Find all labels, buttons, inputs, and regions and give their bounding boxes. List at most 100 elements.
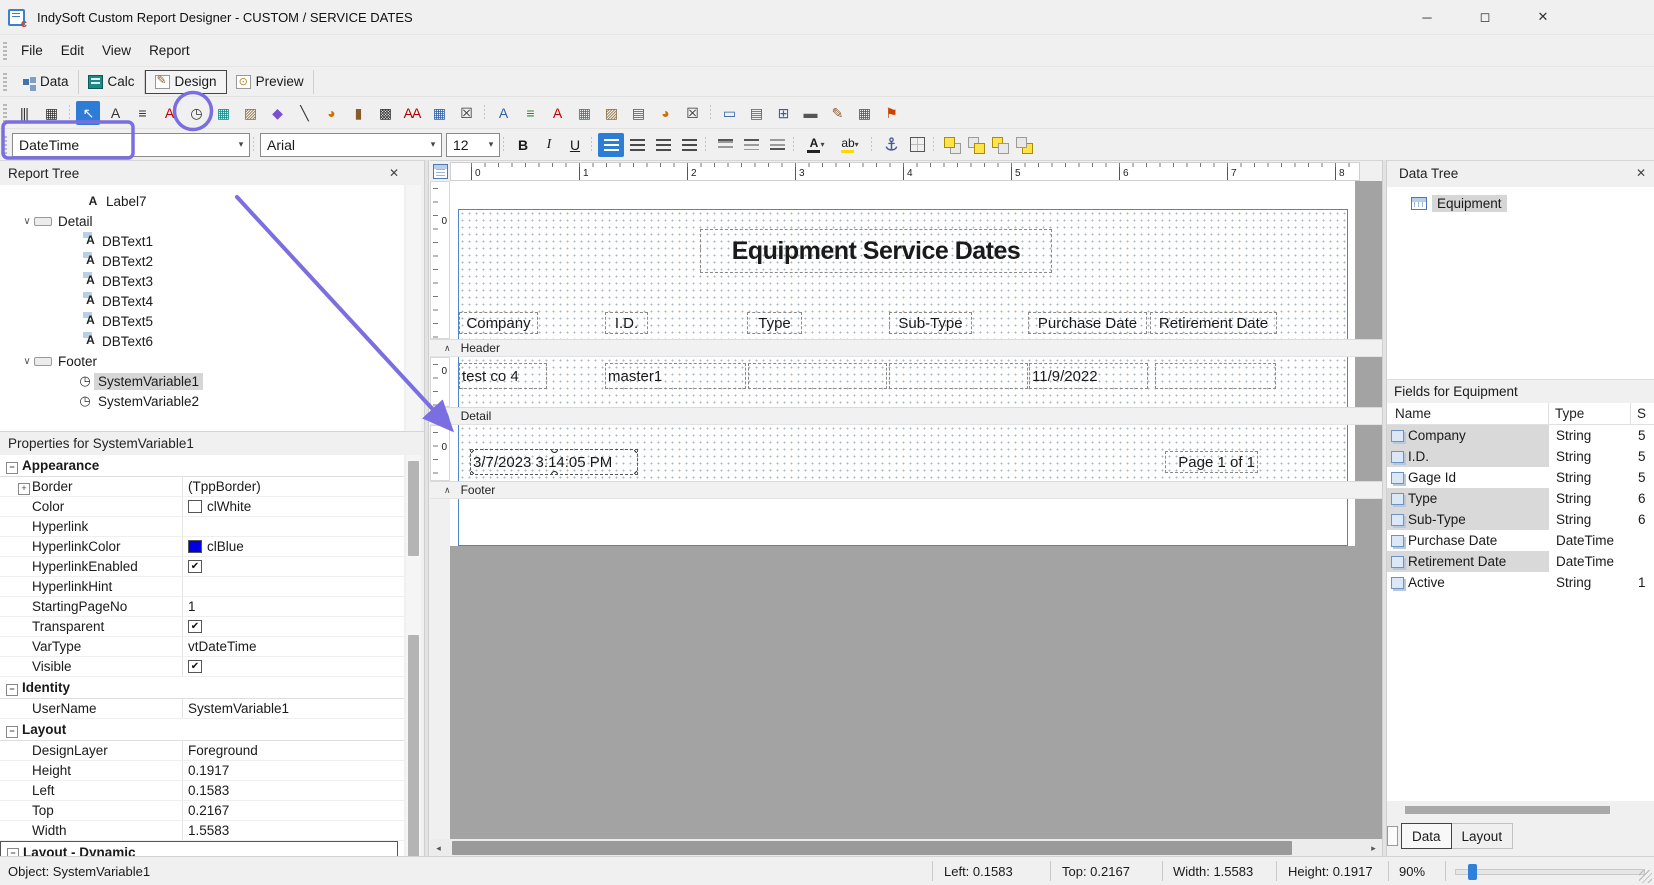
expand-icon[interactable] [6, 458, 22, 474]
detail-field-element[interactable]: test co 4 [459, 363, 547, 389]
resize-handle[interactable] [634, 471, 638, 475]
column-header-element[interactable]: Type [747, 312, 802, 334]
expand-icon[interactable] [6, 680, 22, 696]
property-value[interactable]: SystemVariable1 [182, 699, 404, 718]
map-tool-icon[interactable]: ⚑ [879, 101, 903, 125]
panel-splitter[interactable] [424, 160, 429, 856]
select-tool-icon[interactable]: ↖ [76, 101, 100, 125]
zoom-slider[interactable] [1455, 869, 1645, 875]
tree-item-dbtext4[interactable]: DBText4 [0, 291, 404, 311]
tree-item-label7[interactable]: Label7 [0, 191, 404, 211]
checkbox[interactable] [188, 620, 202, 633]
property-row[interactable]: Hyperlink [0, 517, 404, 537]
align-right-button[interactable] [650, 133, 676, 157]
crosstab-tool-icon[interactable]: ⊞ [771, 101, 795, 125]
property-row[interactable]: UserName SystemVariable1 [0, 699, 404, 719]
tab-design[interactable]: Design [145, 70, 227, 94]
tab-calc[interactable]: Calc [79, 70, 145, 94]
property-row[interactable]: Visible [0, 657, 404, 677]
property-value[interactable]: (TppBorder) [182, 477, 404, 496]
property-value[interactable]: Foreground [182, 741, 404, 760]
column-header-element[interactable]: Sub-Type [889, 312, 972, 334]
resize-handle[interactable] [470, 471, 474, 475]
property-row[interactable]: Border (TppBorder) [0, 477, 404, 497]
tab-data-bottom[interactable]: Data [1401, 823, 1452, 849]
left-panel-scrollbar[interactable] [406, 185, 421, 857]
property-row[interactable]: StartingPageNo 1 [0, 597, 404, 617]
property-row[interactable]: Layout - Dynamic [0, 841, 398, 857]
property-row[interactable]: Top 0.2167 [0, 801, 404, 821]
close-icon[interactable] [386, 165, 402, 181]
chevron-down-icon[interactable]: ▾ [425, 134, 441, 156]
systemvariable-tool-icon[interactable]: ◷ [184, 101, 208, 125]
report-title-element[interactable]: Equipment Service Dates [700, 229, 1052, 273]
tree-item-footer-band[interactable]: Footer [0, 351, 404, 371]
bring-to-front-button[interactable] [940, 133, 964, 157]
property-row[interactable]: Identity [0, 677, 404, 699]
tree-item-dbtext3[interactable]: DBText3 [0, 271, 404, 291]
close-button[interactable]: ✕ [1520, 0, 1566, 34]
line-tool-icon[interactable]: ╲ [292, 101, 316, 125]
property-value[interactable] [182, 617, 404, 636]
dbrichtext-tool-icon[interactable]: A [545, 101, 569, 125]
page-number-element[interactable]: Page 1 of 1 [1165, 451, 1258, 473]
checkbox[interactable] [188, 560, 202, 573]
dbcalendar-tool-icon[interactable]: ▤ [626, 101, 650, 125]
tree-item-dbtext1[interactable]: DBText1 [0, 231, 404, 251]
expander-icon[interactable] [20, 216, 34, 227]
zoom-slider-thumb[interactable] [1468, 864, 1477, 880]
dbchart-tool-icon[interactable]: ◕ [653, 101, 677, 125]
align-justify-button[interactable] [676, 133, 702, 157]
datetime-variable-element[interactable]: 3/7/2023 3:14:05 PM [470, 449, 638, 475]
property-value[interactable]: vtDateTime [182, 637, 404, 656]
font-color-button[interactable]: A ▾ [800, 133, 832, 157]
property-value[interactable]: clWhite [182, 497, 404, 516]
column-header-size[interactable]: S [1631, 406, 1654, 421]
grid-tool-icon[interactable]: ▦ [852, 101, 876, 125]
property-row[interactable]: Width 1.5583 [0, 821, 404, 841]
style-combobox[interactable]: DateTime ▾ [12, 133, 250, 157]
minimize-button[interactable]: ─ [1404, 0, 1450, 34]
valign-bottom-button[interactable] [764, 133, 790, 157]
scrollbar-thumb[interactable] [408, 635, 419, 885]
valign-top-button[interactable] [712, 133, 738, 157]
dbmemo-tool-icon[interactable]: ≡ [518, 101, 542, 125]
dbcheckbox-tool-icon[interactable]: ☒ [680, 101, 704, 125]
detail-field-element[interactable]: master1 [605, 363, 746, 389]
header-band-bar[interactable]: Header [430, 339, 1382, 357]
resize-handle[interactable] [551, 471, 558, 475]
property-value[interactable]: 1.5583 [182, 821, 404, 840]
underline-button[interactable]: U [562, 133, 588, 157]
resize-handle[interactable] [470, 449, 474, 453]
column-header-element[interactable]: I.D. [605, 312, 648, 334]
detail-band-bar[interactable]: Detail [430, 407, 1382, 425]
fields-horizontal-scrollbar[interactable] [1387, 803, 1654, 817]
property-value[interactable]: 0.1583 [182, 781, 404, 800]
tree-item-systemvariable2[interactable]: SystemVariable2 [0, 391, 404, 411]
property-row[interactable]: HyperlinkHint [0, 577, 404, 597]
font-family-combobox[interactable]: Arial ▾ [260, 133, 442, 157]
rotated-text-tool-icon[interactable]: AA [400, 101, 424, 125]
dbcalc-tool-icon[interactable]: ▦ [572, 101, 596, 125]
chart-tool-icon[interactable]: ◕ [319, 101, 343, 125]
collapse-band-icon[interactable] [444, 411, 451, 422]
menu-item-report[interactable]: Report [140, 39, 199, 62]
tree-item-detail-band[interactable]: Detail [0, 211, 404, 231]
bring-forward-button[interactable] [964, 133, 988, 157]
checkbox[interactable] [188, 660, 202, 673]
field-row[interactable]: I.D. String 5 [1387, 446, 1654, 467]
collapse-band-icon[interactable] [444, 343, 451, 354]
canvas-horizontal-scrollbar[interactable]: ◂ ▸ [430, 839, 1382, 857]
resize-handle[interactable] [634, 449, 638, 453]
scroll-right-icon[interactable]: ▸ [1365, 839, 1382, 857]
maximize-button[interactable]: ◻ [1462, 0, 1508, 34]
detail-field-element[interactable] [889, 363, 1028, 389]
column-header-name[interactable]: Name [1387, 403, 1549, 424]
scroll-left-icon[interactable]: ◂ [430, 839, 447, 857]
property-value[interactable] [182, 577, 404, 596]
pagebreak-tool-icon[interactable]: ▬ [798, 101, 822, 125]
region-tool-icon[interactable]: ▭ [717, 101, 741, 125]
property-row[interactable]: HyperlinkEnabled [0, 557, 404, 577]
tree-item-dbtext6[interactable]: DBText6 [0, 331, 404, 351]
align-left-button[interactable] [598, 133, 624, 157]
